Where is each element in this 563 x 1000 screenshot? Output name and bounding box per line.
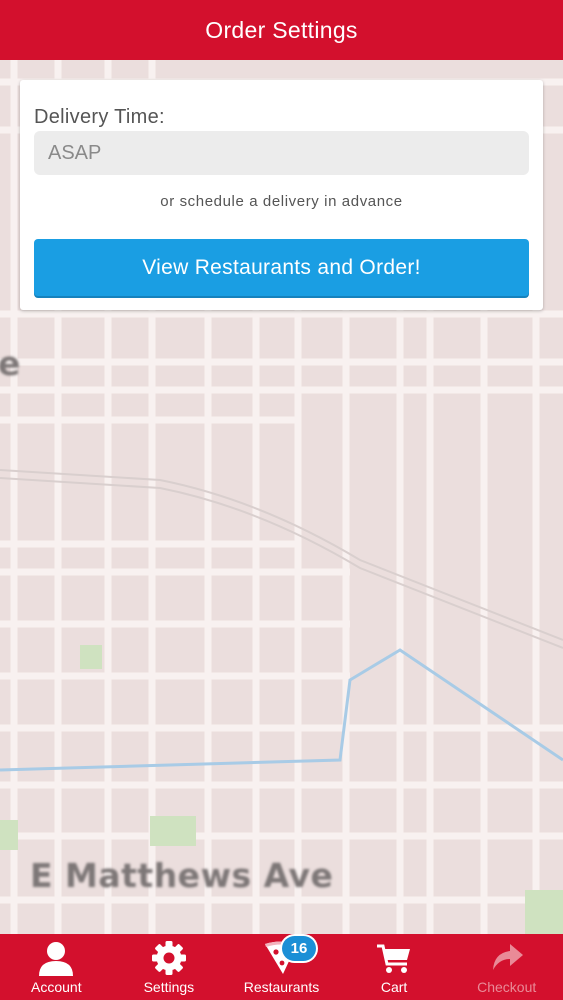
share-arrow-icon [492,944,523,970]
map-street-label: E Matthews Ave [30,856,334,895]
restaurants-count-badge: 16 [282,936,316,961]
tab-cart[interactable]: Cart [338,934,451,1000]
tab-checkout[interactable]: Checkout [450,934,563,1000]
tab-account[interactable]: Account [0,934,113,1000]
map-street-label-partial: e [0,344,21,383]
page-title: Order Settings [205,16,358,43]
tab-restaurants[interactable]: Restaurants [225,934,338,1000]
order-settings-card: Delivery Time: ASAP or schedule a delive… [20,80,543,310]
gear-icon [151,941,186,975]
tab-label: Checkout [477,979,537,995]
delivery-time-label: Delivery Time: [34,106,165,128]
person-icon [39,942,74,976]
delivery-time-field[interactable]: ASAP [34,131,529,175]
view-restaurants-button[interactable]: View Restaurants and Order! [34,239,529,296]
tab-label: Account [31,979,82,995]
cart-icon [377,944,411,973]
schedule-delivery-link[interactable]: or schedule a delivery in advance [20,193,543,210]
bottom-tab-bar: Account Settings Restaurants Cart Checko… [0,934,563,1000]
tab-label: Settings [143,979,195,995]
app-header: Order Settings [0,0,563,60]
tab-label: Restaurants [243,979,320,995]
tab-settings[interactable]: Settings [113,934,226,1000]
tab-label: Cart [380,979,408,995]
